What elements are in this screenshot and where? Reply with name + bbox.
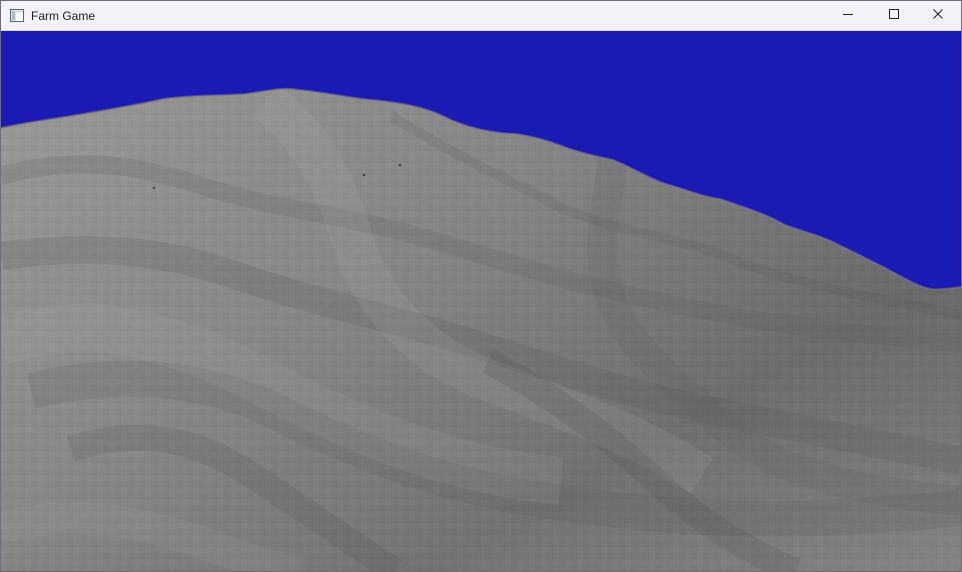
terrain-speck [398,163,402,167]
close-icon [932,7,944,25]
minimize-button[interactable] [825,1,871,31]
window-title: Farm Game [31,9,96,23]
maximize-button[interactable] [871,1,917,31]
terrain-speck [362,173,366,177]
terrain-scene [1,31,961,571]
farm-game-window: Farm Game [0,0,962,572]
close-button[interactable] [915,1,961,31]
window-titlebar[interactable]: Farm Game [1,1,961,31]
minimize-icon [842,7,854,25]
application-window-icon [10,9,24,22]
game-3d-viewport[interactable] [1,31,961,571]
terrain-speck [152,186,156,190]
maximize-icon [888,7,900,25]
